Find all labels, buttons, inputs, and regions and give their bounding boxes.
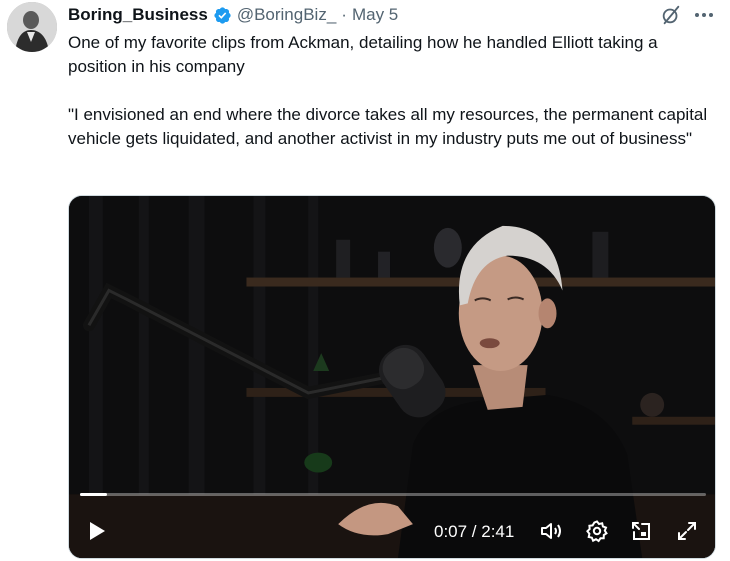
tweet-text-quote: "I envisioned an end where the divorce t… — [68, 105, 712, 148]
avatar-image — [7, 2, 57, 52]
picture-in-picture-icon[interactable] — [626, 514, 656, 548]
avatar[interactable] — [7, 2, 57, 52]
tweet-text: One of my favorite clips from Ackman, de… — [68, 31, 708, 151]
tweet-header: Boring_Business @BoringBiz_ · May 5 — [68, 3, 398, 27]
more-icon[interactable] — [692, 3, 716, 27]
tweet-date[interactable]: May 5 — [352, 5, 398, 25]
separator-dot: · — [341, 5, 347, 24]
video-time: 0:07 / 2:41 — [434, 522, 515, 541]
video-progress-bar[interactable] — [80, 493, 706, 496]
video-progress-fill — [80, 493, 108, 496]
grok-icon[interactable] — [660, 4, 682, 26]
tweet-text-intro: One of my favorite clips from Ackman, de… — [68, 33, 663, 76]
volume-icon[interactable] — [537, 514, 567, 548]
verified-badge-icon — [213, 6, 232, 25]
author-handle[interactable]: @BoringBiz_ — [237, 5, 336, 25]
gear-icon[interactable] — [582, 514, 612, 548]
play-icon[interactable] — [83, 514, 111, 548]
video-player[interactable]: 0:07 / 2:41 — [68, 195, 716, 559]
fullscreen-icon[interactable] — [672, 514, 702, 548]
video-frame — [69, 196, 715, 558]
video-controls: 0:07 / 2:41 — [69, 514, 715, 550]
author-name[interactable]: Boring_Business — [68, 5, 208, 25]
